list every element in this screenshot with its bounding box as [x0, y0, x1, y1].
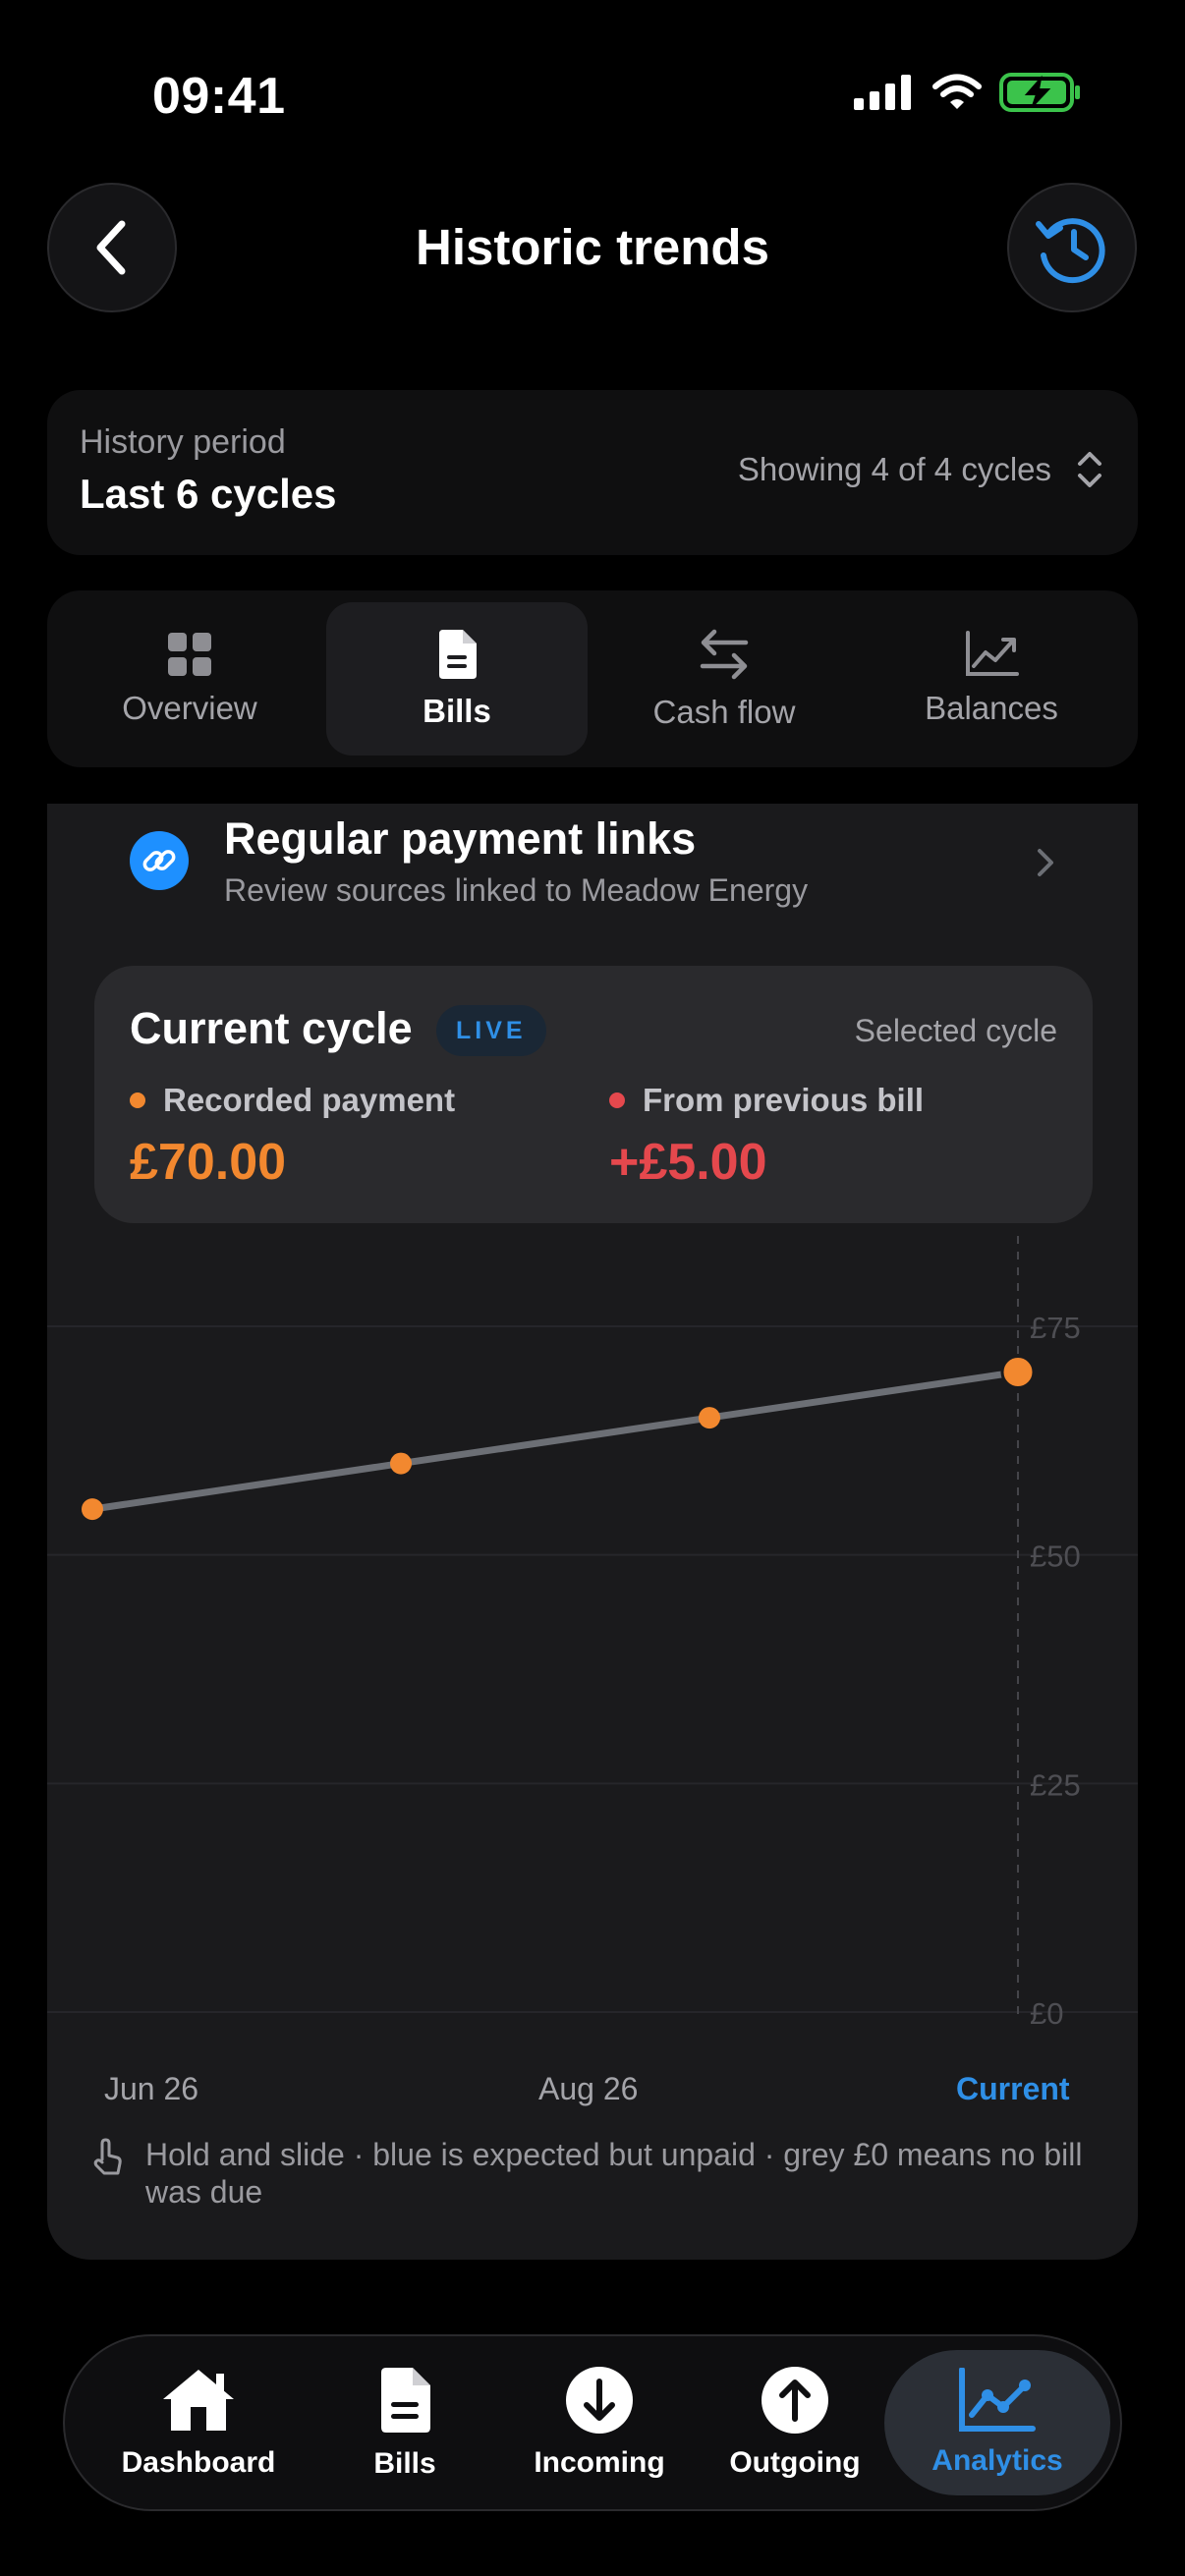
tab-overview-label: Overview [122, 690, 257, 726]
grid-icon [168, 633, 211, 676]
tab-bills-label: Bills [423, 693, 491, 729]
previous-bill-value: +£5.00 [609, 1134, 767, 1191]
tab-balances-label: Balances [925, 690, 1058, 726]
recorded-payment-label: Recorded payment [163, 1082, 456, 1118]
nav-incoming[interactable]: Incoming [521, 2350, 678, 2495]
y-tick-label: £25 [1030, 1767, 1081, 1802]
link-icon [130, 831, 189, 890]
nav-dashboard[interactable]: Dashboard [110, 2350, 287, 2495]
status-icons [854, 73, 1082, 112]
chevron-up-down-icon [1078, 452, 1101, 487]
chart-hint: Hold and slide · blue is expected but un… [90, 2136, 1132, 2211]
nav-bills-label: Bills [373, 2447, 436, 2480]
tab-cash-flow[interactable]: Cash flow [593, 602, 855, 756]
bottom-nav: Dashboard Bills Incoming Outgoing Analyt… [63, 2334, 1122, 2511]
tab-balances[interactable]: Balances [861, 602, 1122, 756]
hand-touch-icon [93, 2138, 122, 2175]
x-tick-label: Jun 26 [104, 2071, 199, 2106]
chevron-right-icon [1038, 849, 1053, 876]
current-cycle-summary: Current cycle LIVE Selected cycle Record… [94, 966, 1093, 1223]
live-badge: LIVE [436, 1005, 546, 1056]
tab-cash-flow-label: Cash flow [652, 694, 796, 730]
nav-outgoing[interactable]: Outgoing [721, 2350, 869, 2495]
data-point-current[interactable] [1000, 1355, 1036, 1390]
nav-analytics-label: Analytics [931, 2444, 1063, 2477]
bills-trend-card: Regular payment links Review sources lin… [47, 804, 1138, 2260]
payment-links-title: Regular payment links [224, 813, 697, 864]
history-period-selector[interactable]: History period Last 6 cycles Showing 4 o… [47, 390, 1138, 555]
document-icon [439, 630, 477, 679]
home-icon [163, 2370, 234, 2431]
selected-cycle-label: Selected cycle [854, 1013, 1057, 1048]
payment-links-subtitle: Review sources linked to Meadow Energy [224, 872, 809, 908]
document-icon [381, 2368, 430, 2433]
series-line [88, 1369, 1022, 1513]
history-period-value: Last 6 cycles [80, 471, 337, 517]
y-tick-label: £50 [1030, 1540, 1081, 1574]
analytics-icon [959, 2368, 1036, 2432]
bills-trend-chart[interactable]: £0 £25 £50 £75 [47, 1236, 1138, 2042]
history-period-label: History period [80, 423, 286, 461]
nav-bills[interactable]: Bills [336, 2350, 474, 2495]
battery-charging-icon [999, 73, 1080, 112]
wifi-icon [932, 74, 982, 109]
tab-overview[interactable]: Overview [59, 602, 320, 756]
arrow-down-circle-icon [566, 2367, 633, 2434]
x-tick-label-current: Current [956, 2071, 1070, 2106]
nav-outgoing-label: Outgoing [729, 2446, 861, 2479]
recorded-payment-legend: Recorded payment [130, 1082, 455, 1119]
previous-bill-label: From previous bill [643, 1082, 925, 1118]
cycle-count-text: Showing 4 of 4 cycles [737, 451, 1051, 487]
nav-dashboard-label: Dashboard [121, 2446, 276, 2479]
history-clock-icon [1036, 218, 1105, 284]
x-tick-label: Aug 26 [538, 2071, 639, 2106]
arrow-up-circle-icon [762, 2367, 828, 2434]
nav-incoming-label: Incoming [534, 2446, 665, 2479]
history-button[interactable] [1007, 183, 1137, 312]
data-point[interactable] [390, 1452, 412, 1475]
orange-dot-icon [130, 1092, 145, 1108]
signal-icon [854, 75, 911, 110]
nav-analytics[interactable]: Analytics [884, 2350, 1110, 2495]
chart-line-icon [966, 631, 1019, 676]
section-tabs: Overview Bills Cash flow Balances [47, 590, 1138, 767]
previous-bill-legend: From previous bill [609, 1082, 924, 1119]
red-dot-icon [609, 1092, 625, 1108]
y-tick-label: £75 [1030, 1311, 1081, 1345]
current-cycle-title: Current cycle [130, 1003, 413, 1053]
arrows-swap-icon [700, 629, 749, 680]
recorded-payment-value: £70.00 [130, 1134, 287, 1191]
data-point[interactable] [699, 1407, 720, 1429]
y-tick-label: £0 [1030, 1996, 1063, 2031]
status-time: 09:41 [152, 68, 286, 125]
chart-hint-text: Hold and slide · blue is expected but un… [145, 2137, 1083, 2210]
data-point[interactable] [82, 1498, 103, 1521]
payment-links-row[interactable]: Regular payment links Review sources lin… [47, 804, 1138, 920]
tab-bills[interactable]: Bills [326, 602, 588, 756]
